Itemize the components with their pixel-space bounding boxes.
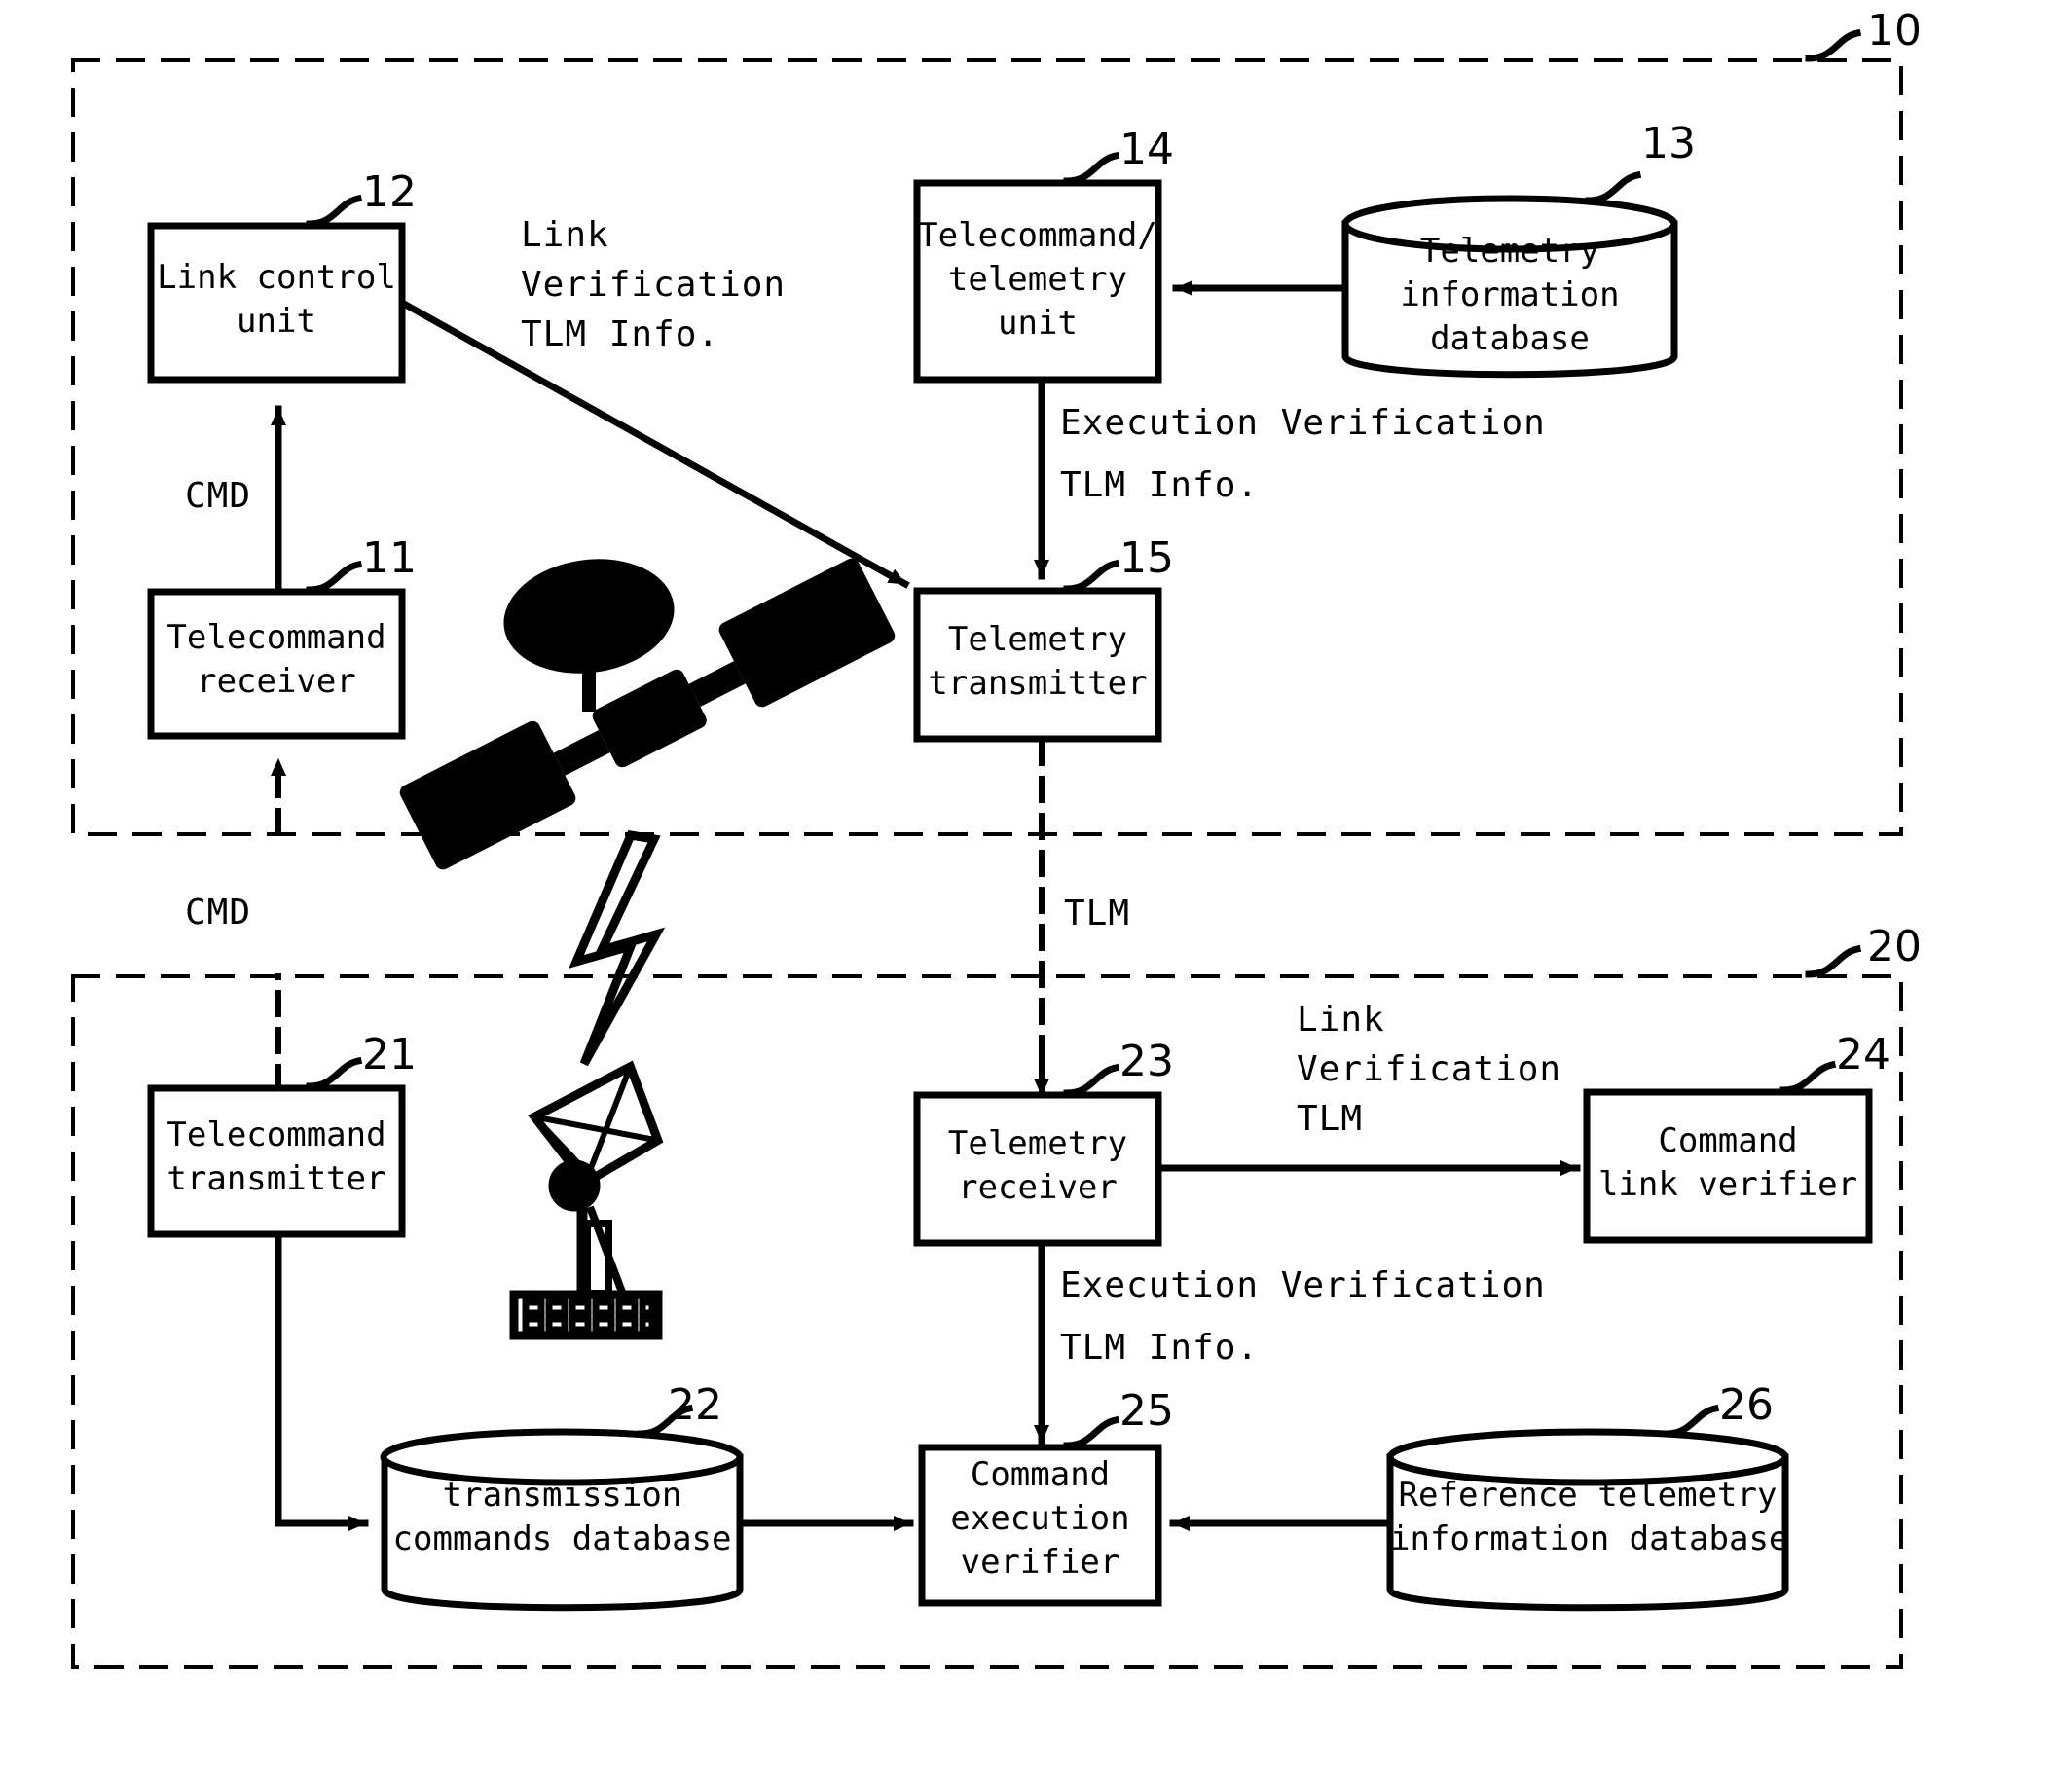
block-14-label-line3: unit <box>998 304 1078 343</box>
group-20-ref: 20 <box>1867 922 1922 971</box>
link-verification-tlm-info-line2: Verification <box>521 265 787 305</box>
block-24-label-line1: Command <box>1658 1121 1798 1160</box>
satellite-icon <box>399 558 896 870</box>
block-14-label-line1: Telecommand/ <box>918 216 1157 255</box>
block-15-ref: 15 <box>1119 533 1174 583</box>
block-11-ref: 11 <box>362 533 417 583</box>
block-26-ref: 26 <box>1719 1380 1774 1430</box>
block-25-ref: 25 <box>1119 1386 1174 1436</box>
block-14-label-line2: telemetry <box>947 260 1128 299</box>
block-15-label-line2: transmitter <box>928 664 1148 703</box>
block-22-label-line1: transmission <box>442 1476 682 1515</box>
block-24-ref: 24 <box>1836 1030 1890 1079</box>
block-26-label-line1: Reference telemetry <box>1398 1476 1778 1515</box>
block-21-label-line2: transmitter <box>166 1159 386 1198</box>
block-25-label-line2: execution <box>950 1499 1130 1538</box>
lightning-bolt-icon <box>569 829 666 1067</box>
link-verification-tlm-info-line3: TLM Info. <box>521 314 720 354</box>
block-25-label-line1: Command <box>970 1455 1111 1494</box>
block-13-ref: 13 <box>1641 119 1696 168</box>
block-25-label-line3: verifier <box>960 1543 1120 1582</box>
block-22-ref: 22 <box>668 1380 722 1430</box>
execution-verification-tlm-info-top-line1: Execution Verification <box>1060 403 1546 443</box>
block-24-label-line2: link verifier <box>1597 1165 1858 1204</box>
block-26-label-line2: information database <box>1390 1519 1789 1558</box>
block-21-label-line1: Telecommand <box>166 1115 386 1154</box>
execution-verification-tlm-info-top-line2: TLM Info. <box>1060 465 1260 505</box>
block-14-ref: 14 <box>1119 125 1174 174</box>
link-verification-tlm-line3: TLM <box>1297 1099 1364 1139</box>
link-verification-tlm-line2: Verification <box>1297 1049 1562 1089</box>
block-23-label-line1: Telemetry <box>947 1124 1128 1163</box>
block-13-label-line1: Telemetry <box>1419 232 1600 271</box>
figure-canvas: 10 20 12 Link control unit 11 Telecomman… <box>0 0 2054 1792</box>
ground-station-antenna-icon <box>509 1060 664 1340</box>
block-11-label-line1: Telecommand <box>166 618 386 657</box>
execution-verification-tlm-info-bottom-line2: TLM Info. <box>1060 1328 1260 1368</box>
cmd-label-satellite: CMD <box>185 476 252 516</box>
block-12-ref: 12 <box>362 167 417 217</box>
block-15-label-line1: Telemetry <box>947 620 1128 659</box>
block-13-label-line2: information <box>1400 275 1620 314</box>
block-12-label-line1: Link control <box>157 258 396 297</box>
block-21-ref: 21 <box>362 1030 417 1079</box>
execution-verification-tlm-info-bottom-line1: Execution Verification <box>1060 1265 1546 1305</box>
link-verification-tlm-info-line1: Link <box>521 215 609 255</box>
link-verification-tlm-line1: Link <box>1297 1000 1385 1040</box>
block-13-label-line3: database <box>1430 319 1590 358</box>
block-22-label-line2: commands database <box>392 1519 732 1558</box>
tlm-label-link: TLM <box>1064 894 1131 933</box>
group-10-ref: 10 <box>1867 6 1922 55</box>
cmd-label-link: CMD <box>185 893 252 933</box>
block-11-label-line2: receiver <box>197 662 356 701</box>
block-12-label-line2: unit <box>237 302 316 341</box>
block-23-label-line2: receiver <box>958 1168 1118 1207</box>
block-23-ref: 23 <box>1119 1037 1174 1086</box>
